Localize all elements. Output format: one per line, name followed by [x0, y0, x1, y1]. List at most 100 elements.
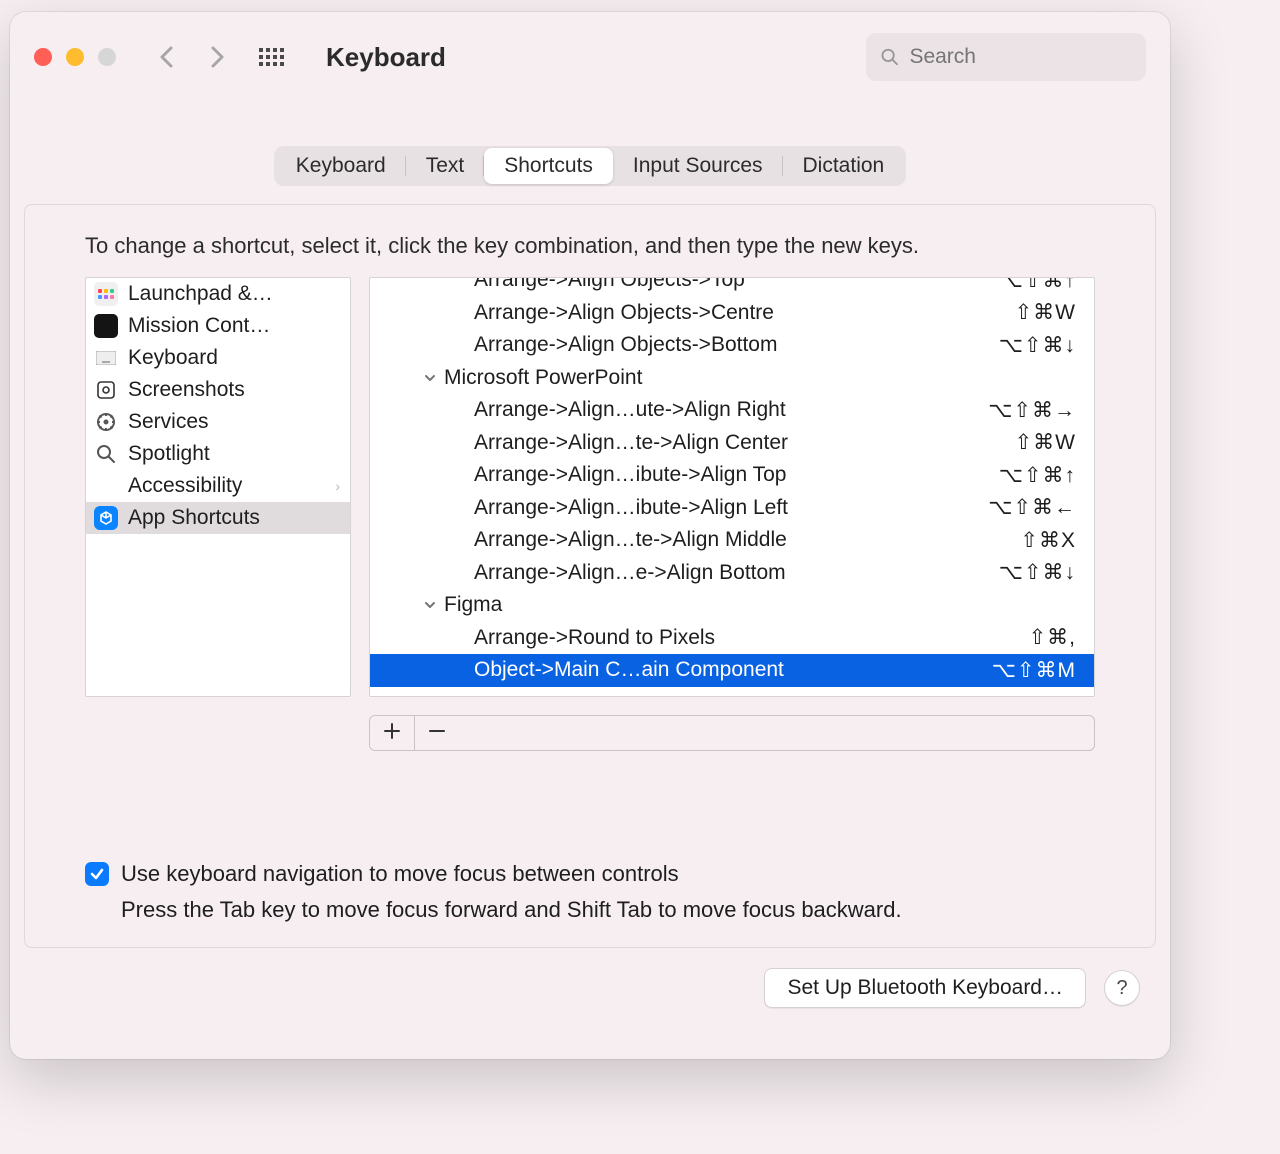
tab-input-sources[interactable]: Input Sources: [613, 148, 783, 184]
keyboard-nav-checkbox[interactable]: [85, 862, 109, 886]
sidebar-item-label: Services: [128, 410, 209, 434]
grid-icon: [259, 48, 284, 66]
shortcut-keys[interactable]: ⌥⇧⌘→: [988, 398, 1076, 423]
remove-shortcut-button[interactable]: [414, 716, 458, 750]
tab-shortcuts[interactable]: Shortcuts: [484, 148, 613, 184]
shortcut-row[interactable]: Arrange->Round to Pixels⇧⌘,: [370, 622, 1094, 655]
tab-dictation[interactable]: Dictation: [783, 148, 905, 184]
shortcut-name: Arrange->Align Objects->Centre: [474, 301, 1015, 325]
shortcut-name: Arrange->Align…ibute->Align Top: [474, 463, 999, 487]
shortcut-name: Arrange->Align Objects->Top: [474, 278, 999, 292]
disclosure-triangle[interactable]: [420, 368, 440, 388]
sidebar-item-label: App Shortcuts: [128, 506, 260, 530]
minus-icon: [428, 722, 446, 740]
close-window-button[interactable]: [34, 48, 52, 66]
sidebar-item-label: Launchpad &…: [128, 282, 273, 306]
shortcut-keys[interactable]: ⇧⌘W: [1015, 430, 1076, 455]
setup-bluetooth-keyboard-button[interactable]: Set Up Bluetooth Keyboard…: [764, 968, 1086, 1008]
sidebar-item-spotlight[interactable]: Spotlight: [86, 438, 350, 470]
keyboard-nav-section: Use keyboard navigation to move focus be…: [85, 861, 1095, 923]
mission-icon: [94, 314, 118, 338]
help-icon: ?: [1116, 977, 1127, 1000]
shortcut-row[interactable]: Arrange->Align Objects->Centre⇧⌘W: [370, 297, 1094, 330]
shortcut-row[interactable]: Arrange->Align…ibute->Align Top⌥⇧⌘↑: [370, 459, 1094, 492]
help-button[interactable]: ?: [1104, 970, 1140, 1006]
accessibility-icon: [94, 474, 118, 498]
show-all-prefs-button[interactable]: [256, 42, 286, 72]
shortcut-row[interactable]: Arrange->Align…te->Align Center⇧⌘W: [370, 427, 1094, 460]
shortcut-keys[interactable]: ⇧⌘W: [1015, 300, 1076, 325]
toolbar: Keyboard: [10, 12, 1170, 102]
shortcut-name: Arrange->Align…te->Align Center: [474, 431, 1015, 455]
check-icon: [89, 866, 105, 882]
instruction-label: To change a shortcut, select it, click t…: [85, 233, 1095, 259]
disclosure-triangle[interactable]: [420, 595, 440, 615]
sidebar-item-mission[interactable]: Mission Cont…: [86, 310, 350, 342]
shortcut-keys[interactable]: ⌥⇧⌘M: [992, 658, 1076, 683]
window-controls: [34, 48, 116, 66]
shortcut-keys[interactable]: ⌥⇧⌘↑: [999, 278, 1076, 293]
shortcut-row[interactable]: Arrange->Align Objects->Bottom⌥⇧⌘↓: [370, 329, 1094, 362]
services-icon: [94, 410, 118, 434]
plus-icon: [383, 722, 401, 740]
shortcut-row[interactable]: Arrange->Align…e->Align Bottom⌥⇧⌘↓: [370, 557, 1094, 590]
shortcut-keys[interactable]: ⌥⇧⌘←: [988, 495, 1076, 520]
preferences-window: Keyboard KeyboardTextShortcutsInput Sour…: [10, 12, 1170, 1059]
keyboard-nav-label: Use keyboard navigation to move focus be…: [121, 861, 679, 887]
shortcut-keys[interactable]: ⌥⇧⌘↑: [999, 463, 1076, 488]
back-button[interactable]: [152, 42, 182, 72]
shortcut-row[interactable]: Arrange->Align…ute->Align Right⌥⇧⌘→: [370, 394, 1094, 427]
shortcut-keys[interactable]: ⇧⌘X: [1020, 528, 1076, 553]
sidebar-item-launchpad[interactable]: Launchpad &…: [86, 278, 350, 310]
shortcut-name: Object->Main C…ain Component: [474, 658, 992, 682]
shortcut-row[interactable]: Object->Main C…ain Component⌥⇧⌘M: [370, 654, 1094, 687]
sidebar-item-label: Mission Cont…: [128, 314, 270, 338]
shortcut-name: Arrange->Round to Pixels: [474, 626, 1029, 650]
sidebar-item-apps[interactable]: App Shortcuts: [86, 502, 350, 534]
reveal-indicator: ›: [335, 478, 340, 494]
app-group-row[interactable]: Figma: [370, 589, 1094, 622]
shortcut-name: Arrange->Align…te->Align Middle: [474, 528, 1020, 552]
shortcut-list[interactable]: Arrange->Align Objects->Top⌥⇧⌘↑Arrange->…: [369, 277, 1095, 697]
keyboard-nav-hint: Press the Tab key to move focus forward …: [121, 897, 1095, 923]
zoom-window-button: [98, 48, 116, 66]
sidebar-item-keyboard[interactable]: Keyboard: [86, 342, 350, 374]
shortcut-keys[interactable]: ⌥⇧⌘↓: [999, 560, 1076, 585]
screenshots-icon: [94, 378, 118, 402]
sidebar-item-label: Screenshots: [128, 378, 245, 402]
launchpad-icon: [94, 282, 118, 306]
category-sidebar[interactable]: Launchpad &… Mission Cont… Keyboard Screens…: [85, 277, 351, 697]
footer: Set Up Bluetooth Keyboard… ?: [10, 968, 1170, 1038]
add-remove-controls: [369, 715, 1095, 751]
tab-keyboard[interactable]: Keyboard: [276, 148, 406, 184]
shortcut-name: Arrange->Align…ibute->Align Left: [474, 496, 988, 520]
shortcut-row[interactable]: Arrange->Align…te->Align Middle⇧⌘X: [370, 524, 1094, 557]
shortcut-keys[interactable]: ⇧⌘,: [1029, 625, 1076, 650]
shortcut-name: Arrange->Align…ute->Align Right: [474, 398, 988, 422]
search-input[interactable]: [909, 45, 1132, 69]
shortcut-row[interactable]: Arrange->Align Objects->Top⌥⇧⌘↑: [370, 278, 1094, 297]
search-field[interactable]: [866, 33, 1146, 81]
minimize-window-button[interactable]: [66, 48, 84, 66]
sidebar-item-services[interactable]: Services: [86, 406, 350, 438]
sidebar-item-label: Keyboard: [128, 346, 218, 370]
tab-text[interactable]: Text: [406, 148, 485, 184]
search-icon: [880, 46, 899, 68]
add-shortcut-button[interactable]: [370, 716, 414, 750]
sidebar-item-screenshots[interactable]: Screenshots: [86, 374, 350, 406]
shortcut-name: Microsoft PowerPoint: [444, 366, 1076, 390]
shortcut-name: Arrange->Align…e->Align Bottom: [474, 561, 999, 585]
keyboard-icon: [94, 346, 118, 370]
sidebar-item-accessibility[interactable]: Accessibility ›: [86, 470, 350, 502]
tabs-bar: KeyboardTextShortcutsInput SourcesDictat…: [10, 102, 1170, 186]
app-group-row[interactable]: Microsoft PowerPoint: [370, 362, 1094, 395]
forward-button: [202, 42, 232, 72]
shortcut-keys[interactable]: ⌥⇧⌘↓: [999, 333, 1076, 358]
sidebar-item-label: Spotlight: [128, 442, 210, 466]
panel-title: Keyboard: [326, 42, 446, 73]
shortcut-name: Arrange->Align Objects->Bottom: [474, 333, 999, 357]
apps-icon: [94, 506, 118, 530]
shortcut-row[interactable]: Arrange->Align…ibute->Align Left⌥⇧⌘←: [370, 492, 1094, 525]
spotlight-icon: [94, 442, 118, 466]
sidebar-item-label: Accessibility: [128, 474, 242, 498]
